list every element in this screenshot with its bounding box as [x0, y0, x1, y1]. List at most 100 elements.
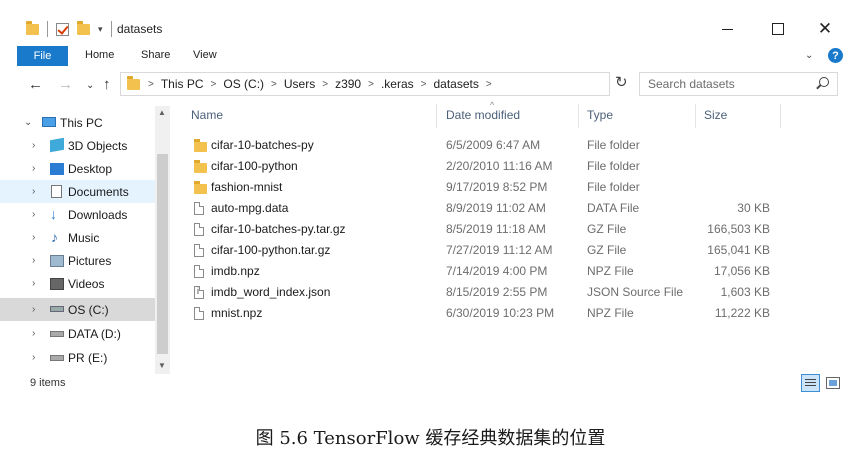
expand-chevron-icon[interactable]: ›	[32, 278, 35, 289]
file-row[interactable]: cifar-100-python.tar.gz 7/27/2019 11:12 …	[180, 240, 780, 261]
file-icon	[194, 265, 204, 278]
sidebar-item-3d-objects[interactable]: › 3D Objects	[0, 134, 155, 157]
search-input[interactable]: Search datasets	[639, 72, 838, 96]
breadcrumb-separator-icon[interactable]: >	[271, 79, 277, 90]
collapse-chevron-icon[interactable]: ⌄	[24, 117, 32, 128]
sidebar-item-pr-e[interactable]: › PR (E:)	[0, 346, 155, 369]
sidebar-item-os-c[interactable]: › OS (C:)	[0, 298, 155, 321]
column-divider[interactable]	[695, 104, 696, 128]
file-icon	[194, 244, 204, 257]
refresh-button[interactable]: ↻	[615, 73, 628, 91]
properties-icon[interactable]	[56, 22, 69, 36]
file-row[interactable]: imdb_word_index.json 8/15/2019 2:55 PM J…	[180, 282, 780, 303]
expand-chevron-icon[interactable]: ›	[32, 328, 35, 339]
tab-file[interactable]: File	[17, 46, 68, 66]
file-row[interactable]: cifar-100-python 2/20/2010 11:16 AM File…	[180, 156, 780, 177]
drive-icon	[50, 306, 64, 312]
expand-ribbon-icon[interactable]: ⌄	[805, 50, 813, 61]
file-type: GZ File	[587, 243, 627, 257]
details-view-button[interactable]	[801, 374, 820, 392]
sidebar-item-desktop[interactable]: › Desktop	[0, 157, 155, 180]
file-type: GZ File	[587, 222, 627, 236]
file-row[interactable]: cifar-10-batches-py.tar.gz 8/5/2019 11:1…	[180, 219, 780, 240]
sidebar-scrollbar[interactable]: ▲ ▼	[155, 106, 170, 374]
tab-home[interactable]: Home	[85, 49, 114, 61]
recent-locations-button[interactable]: ⌄	[86, 80, 94, 91]
file-icon	[194, 307, 204, 320]
sidebar-item-videos[interactable]: › Videos	[0, 272, 155, 295]
breadcrumb-os-c[interactable]: OS (C:)	[223, 77, 264, 91]
breadcrumb-separator-icon[interactable]: >	[486, 79, 492, 90]
file-name: cifar-10-batches-py.tar.gz	[211, 222, 346, 236]
up-button[interactable]: ↑	[103, 76, 111, 93]
maximize-button[interactable]	[768, 20, 788, 38]
column-header-date[interactable]: Date modified	[446, 108, 520, 122]
scroll-down-icon[interactable]: ▼	[158, 361, 166, 370]
column-header-size[interactable]: Size	[704, 108, 727, 122]
expand-chevron-icon[interactable]: ›	[32, 140, 35, 151]
figure-caption: 图 5.6 TensorFlow 缓存经典数据集的位置	[0, 424, 867, 450]
file-type: NPZ File	[587, 264, 634, 278]
breadcrumb-keras[interactable]: .keras	[381, 77, 414, 91]
forward-button[interactable]: →	[58, 76, 73, 93]
file-type: File folder	[587, 159, 640, 173]
tab-view[interactable]: View	[193, 49, 217, 61]
column-header-type[interactable]: Type	[587, 108, 613, 122]
file-date: 8/5/2019 11:18 AM	[446, 222, 546, 236]
file-date: 9/17/2019 8:52 PM	[446, 180, 548, 194]
expand-chevron-icon[interactable]: ›	[32, 186, 35, 197]
minimize-button[interactable]	[717, 20, 737, 38]
column-divider[interactable]	[578, 104, 579, 128]
caption-text: 图 5.6 TensorFlow 缓存经典数据集的位置	[255, 428, 606, 449]
expand-chevron-icon[interactable]: ›	[32, 255, 35, 266]
expand-chevron-icon[interactable]: ›	[32, 209, 35, 220]
address-bar[interactable]: > This PC > OS (C:) > Users > z390 > .ke…	[120, 72, 610, 96]
sidebar-item-this-pc[interactable]: ⌄ This PC	[0, 111, 155, 134]
file-row[interactable]: fashion-mnist 9/17/2019 8:52 PM File fol…	[180, 177, 780, 198]
column-header-name[interactable]: Name	[191, 108, 223, 122]
customize-dropdown-icon[interactable]: ▾	[98, 24, 103, 35]
sidebar-item-documents[interactable]: › Documents	[0, 180, 155, 203]
breadcrumb-this-pc[interactable]: This PC	[161, 77, 204, 91]
sidebar-item-data-d[interactable]: › DATA (D:)	[0, 322, 155, 345]
documents-icon	[51, 185, 62, 198]
tab-share[interactable]: Share	[141, 49, 170, 61]
breadcrumb-separator-icon[interactable]: >	[368, 79, 374, 90]
breadcrumb-separator-icon[interactable]: >	[148, 79, 154, 90]
sidebar-item-music[interactable]: › ♪ Music	[0, 226, 155, 249]
large-icons-view-button[interactable]	[826, 377, 840, 389]
scrollbar-thumb[interactable]	[157, 154, 168, 354]
breadcrumb-separator-icon[interactable]: >	[421, 79, 427, 90]
drive-icon	[50, 331, 64, 337]
file-row[interactable]: imdb.npz 7/14/2019 4:00 PM NPZ File 17,0…	[180, 261, 780, 282]
file-row[interactable]: mnist.npz 6/30/2019 10:23 PM NPZ File 11…	[180, 303, 780, 324]
breadcrumb-z390[interactable]: z390	[335, 77, 361, 91]
sidebar-item-downloads[interactable]: › ↓ Downloads	[0, 203, 155, 226]
expand-chevron-icon[interactable]: ›	[32, 352, 35, 363]
expand-chevron-icon[interactable]: ›	[32, 232, 35, 243]
back-button[interactable]: ←	[28, 76, 43, 93]
breadcrumb-separator-icon[interactable]: >	[322, 79, 328, 90]
computer-icon	[42, 117, 56, 127]
file-row[interactable]: cifar-10-batches-py 6/5/2009 6:47 AM Fil…	[180, 135, 780, 156]
music-icon: ♪	[51, 229, 58, 245]
breadcrumb-separator-icon[interactable]: >	[211, 79, 217, 90]
sidebar-item-pictures[interactable]: › Pictures	[0, 249, 155, 272]
help-icon[interactable]: ?	[828, 48, 843, 63]
folder-icon	[194, 160, 207, 173]
file-name: mnist.npz	[211, 306, 263, 320]
expand-chevron-icon[interactable]: ›	[32, 163, 35, 174]
close-button[interactable]: ✕	[815, 19, 835, 38]
column-divider[interactable]	[780, 104, 781, 128]
folder-icon	[194, 139, 207, 152]
column-divider[interactable]	[436, 104, 437, 128]
file-size: 11,222 KB	[714, 306, 770, 320]
breadcrumb-datasets[interactable]: datasets	[433, 77, 478, 91]
file-row[interactable]: auto-mpg.data 8/9/2019 11:02 AM DATA Fil…	[180, 198, 780, 219]
expand-chevron-icon[interactable]: ›	[32, 304, 35, 315]
file-list: ^ Name Date modified Type Size cifar-10-…	[180, 100, 867, 330]
scroll-up-icon[interactable]: ▲	[158, 108, 166, 117]
new-folder-icon[interactable]	[77, 20, 90, 35]
title-bar: ▾ datasets ✕	[0, 0, 867, 40]
breadcrumb-users[interactable]: Users	[284, 77, 315, 91]
